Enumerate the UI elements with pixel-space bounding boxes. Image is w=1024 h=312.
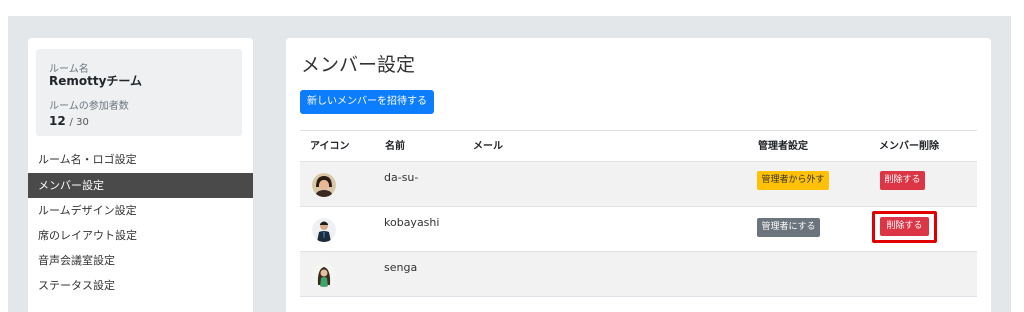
- room-info-box: ルーム名 Remottyチーム ルームの参加者数 12 / 30: [36, 49, 242, 136]
- remove-admin-button[interactable]: 管理者から外す: [757, 171, 829, 190]
- sidebar: ルーム名 Remottyチーム ルームの参加者数 12 / 30 ルーム名・ロゴ…: [28, 38, 253, 312]
- member-name: senga: [384, 261, 418, 274]
- participants-label: ルームの参加者数: [49, 101, 129, 112]
- column-header-admin: 管理者設定: [758, 141, 808, 152]
- make-admin-button[interactable]: 管理者にする: [757, 218, 820, 237]
- avatar-woman-green-icon: [312, 263, 336, 287]
- app-frame: ルーム名 Remottyチーム ルームの参加者数 12 / 30 ルーム名・ロゴ…: [8, 16, 1011, 312]
- member-name: kobayashi: [384, 216, 440, 229]
- delete-member-button[interactable]: 削除する: [880, 171, 925, 190]
- invite-member-button[interactable]: 新しいメンバーを招待する: [300, 90, 434, 114]
- sidebar-item-room-name-logo[interactable]: ルーム名・ロゴ設定: [28, 147, 253, 172]
- member-name: da-su-: [384, 171, 419, 184]
- participants-count: 12 / 30: [49, 114, 89, 128]
- page-title: メンバー設定: [301, 54, 416, 76]
- sidebar-item-seat-layout[interactable]: 席のレイアウト設定: [28, 223, 253, 248]
- column-header-delete: メンバー削除: [879, 141, 939, 152]
- sidebar-item-member-settings[interactable]: メンバー設定: [28, 173, 253, 198]
- participants-max: / 30: [69, 117, 89, 128]
- column-header-mail: メール: [473, 141, 503, 152]
- avatar-man-suit-icon: [312, 218, 336, 242]
- participants-current: 12: [49, 114, 66, 128]
- column-header-name: 名前: [385, 141, 405, 152]
- column-header-icon: アイコン: [310, 141, 350, 152]
- table-header: アイコン 名前 メール 管理者設定 メンバー削除: [300, 130, 977, 162]
- sidebar-item-voice-room[interactable]: 音声会議室設定: [28, 248, 253, 273]
- table-row: kobayashi 管理者にする 削除する: [300, 207, 977, 252]
- avatar-woman-icon: [312, 173, 336, 197]
- room-name: Remottyチーム: [49, 74, 143, 88]
- delete-member-button[interactable]: 削除する: [880, 217, 929, 236]
- member-settings-card: メンバー設定 新しいメンバーを招待する アイコン 名前 メール 管理者設定 メン…: [286, 38, 991, 312]
- table-row: senga: [300, 252, 977, 297]
- sidebar-item-status[interactable]: ステータス設定: [28, 273, 253, 298]
- table-row: da-su- 管理者から外す 削除する: [300, 162, 977, 207]
- sidebar-item-room-design[interactable]: ルームデザイン設定: [28, 198, 253, 223]
